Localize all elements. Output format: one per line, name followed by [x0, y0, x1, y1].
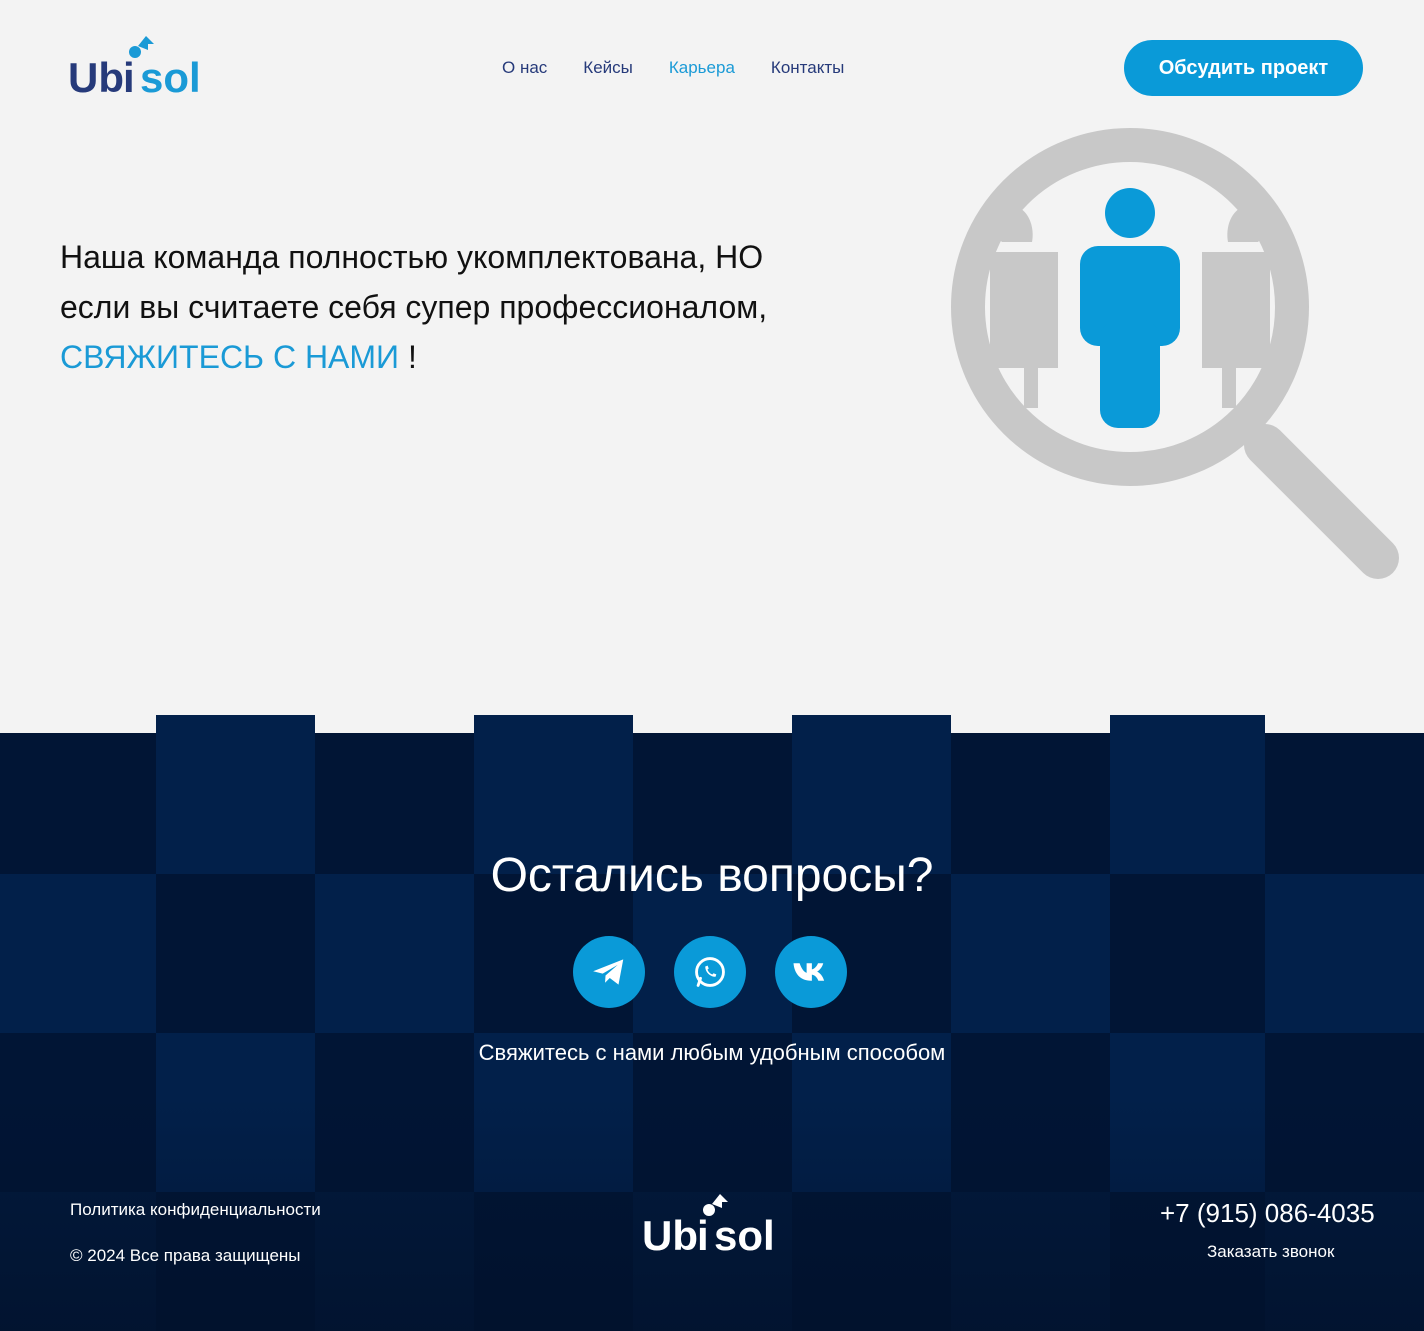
whatsapp-button[interactable]: [674, 936, 746, 1008]
svg-text:Ub: Ub: [642, 1212, 698, 1256]
nav-item-cases[interactable]: Кейсы: [583, 58, 633, 78]
nav-item-contacts[interactable]: Контакты: [771, 58, 844, 78]
hero-text: Наша команда полностью укомплектована, Н…: [60, 232, 860, 382]
hero-line-3: СВЯЖИТЕСЬ С НАМИ !: [60, 332, 860, 382]
telegram-icon: [593, 959, 624, 985]
nav-item-career[interactable]: Карьера: [669, 58, 735, 78]
phone-link[interactable]: +7 (915) 086-4035: [1160, 1198, 1375, 1229]
vk-icon: [793, 963, 825, 981]
hero-line-1: Наша команда полностью укомплектована, Н…: [60, 239, 764, 275]
contact-us-link[interactable]: СВЯЖИТЕСЬ С НАМИ: [60, 339, 399, 375]
vk-button[interactable]: [775, 936, 847, 1008]
site-logo[interactable]: Ub i sol: [68, 34, 208, 101]
main-nav: О нас Кейсы Карьера Контакты: [502, 58, 844, 78]
copyright-text: © 2024 Все права защищены: [70, 1246, 301, 1265]
contact-line: Свяжитесь с нами любым удобным способом: [478, 1040, 946, 1065]
svg-text:i: i: [697, 1212, 709, 1256]
request-call-link[interactable]: Заказать звонок: [1207, 1242, 1334, 1262]
hero-exclamation: !: [399, 339, 417, 375]
svg-text:sol: sol: [714, 1212, 775, 1256]
svg-text:i: i: [123, 54, 135, 98]
whatsapp-icon: [695, 957, 725, 987]
footer-heading: Остались вопросы?: [490, 849, 934, 902]
privacy-policy-link[interactable]: Политика конфиденциальности: [70, 1200, 321, 1220]
discuss-project-button[interactable]: Обсудить проект: [1124, 40, 1363, 96]
magnifier-person-icon: [940, 120, 1410, 590]
telegram-button[interactable]: [573, 936, 645, 1008]
nav-item-about[interactable]: О нас: [502, 58, 547, 78]
footer-logo[interactable]: Ub i sol: [642, 1192, 782, 1259]
hero-line-2: если вы считаете себя супер профессионал…: [60, 289, 768, 325]
social-links: [573, 936, 847, 1008]
logo-text-ubi: Ub: [68, 54, 124, 98]
svg-text:sol: sol: [140, 54, 201, 98]
